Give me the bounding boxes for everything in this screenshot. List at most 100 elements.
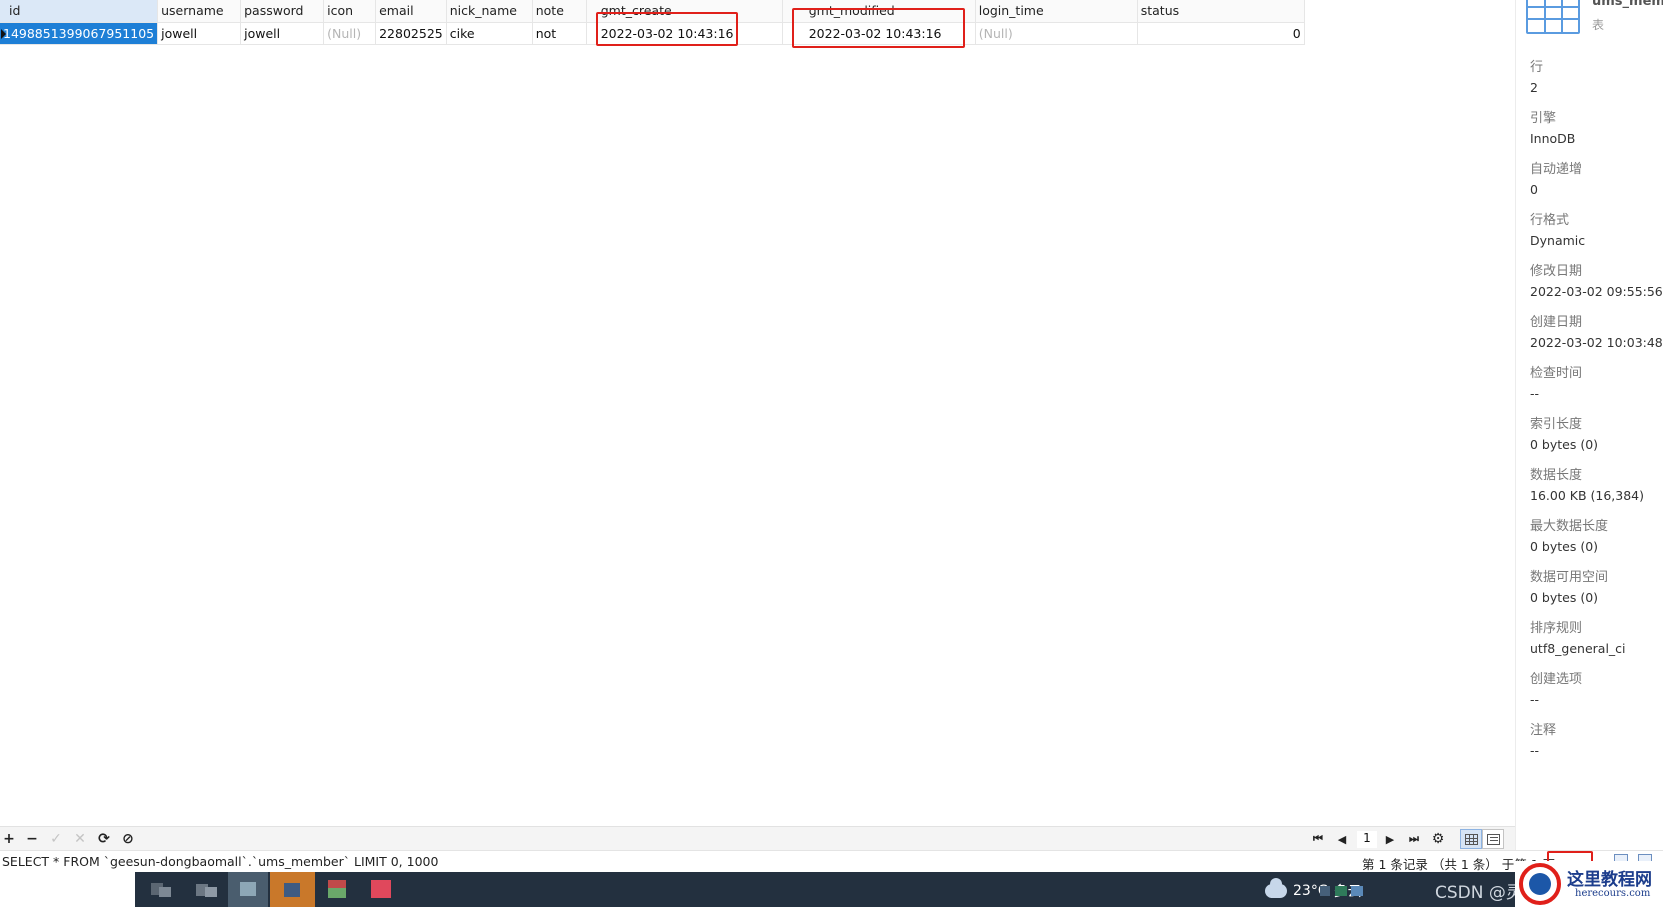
prop-value: -- [1530, 386, 1540, 401]
status-bar: SELECT * FROM `geesun-dongbaomall`.`ums_… [0, 850, 1663, 872]
current-row-indicator-icon [1, 29, 6, 39]
cell-password[interactable]: jowell [240, 22, 325, 45]
object-info-panel: ums_mem 表 行 2 引擎 InnoDB 自动递增 0 行格式 Dynamic 修… [1515, 0, 1663, 880]
prop-comment: 注释 -- [1530, 721, 1662, 761]
prop-value: InnoDB [1530, 131, 1576, 146]
column-header-gmt-modified[interactable]: gmt_modified [782, 0, 976, 23]
cell-login-time[interactable]: (Null) [975, 22, 1138, 45]
query-text: SELECT * FROM `geesun-dongbaomall`.`ums_… [2, 854, 439, 869]
tray-icon[interactable] [1320, 886, 1330, 896]
page-number-input[interactable]: 1 [1357, 831, 1377, 848]
table-row[interactable]: 1498851399067951105 jowell jowell (Null)… [0, 22, 1305, 45]
prop-label: 数据长度 [1530, 468, 1583, 483]
table-icon [1526, 0, 1580, 34]
column-header-login-time[interactable]: login_time [975, 0, 1138, 23]
prop-label: 引擎 [1530, 111, 1557, 126]
form-view-button[interactable] [1482, 829, 1504, 849]
prop-value: -- [1530, 743, 1540, 758]
prop-row-format: 行格式 Dynamic [1530, 211, 1662, 251]
tray-icon[interactable] [1351, 886, 1363, 896]
column-header-nick-name[interactable]: nick_name [446, 0, 533, 23]
prop-label: 创建选项 [1530, 672, 1583, 687]
prop-label: 最大数据长度 [1530, 519, 1609, 534]
column-header-status[interactable]: status [1137, 0, 1305, 23]
taskbar-app-icon[interactable] [228, 872, 268, 907]
apply-changes-button[interactable]: ✓ [47, 830, 65, 848]
prop-value: 2022-03-02 09:55:56 [1530, 284, 1663, 299]
column-header-email[interactable]: email [375, 0, 447, 23]
site-watermark-logo: 这里教程网 herecours.com [1515, 861, 1663, 907]
cell-email[interactable]: 22802525 [375, 22, 447, 45]
weather-widget[interactable]: 23°C 多云 [1265, 878, 1362, 901]
prev-page-button[interactable]: ◀ [1333, 830, 1351, 848]
cell-icon[interactable]: (Null) [323, 22, 377, 45]
column-header-icon[interactable]: icon [323, 0, 377, 23]
panel-object-type: 表 [1592, 18, 1605, 32]
prop-collation: 排序规则 utf8_general_ci [1530, 619, 1662, 659]
grid-view-icon [1464, 833, 1478, 845]
cell-note[interactable]: not [532, 22, 587, 45]
refresh-button[interactable]: ⟳ [95, 830, 113, 848]
prop-auto-increment: 自动递增 0 [1530, 160, 1662, 200]
settings-button[interactable]: ⚙ [1429, 830, 1447, 848]
taskbar-app-icon[interactable] [190, 872, 220, 907]
csdn-watermark: CSDN @灵 [1435, 883, 1523, 903]
site-emblem-icon [1519, 863, 1561, 905]
column-header-password[interactable]: password [240, 0, 325, 23]
prop-value: utf8_general_ci [1530, 641, 1626, 656]
prop-label: 行格式 [1530, 213, 1570, 228]
cell-status[interactable]: 0 [1137, 22, 1305, 45]
taskbar-app-icon[interactable] [145, 872, 175, 907]
grid-view-button[interactable] [1460, 829, 1482, 849]
taskbar-app-icon[interactable] [320, 872, 355, 907]
prop-label: 索引长度 [1530, 417, 1583, 432]
add-record-button[interactable]: + [0, 830, 18, 848]
delete-record-button[interactable]: − [23, 830, 41, 848]
prop-label: 创建日期 [1530, 315, 1583, 330]
prop-label: 修改日期 [1530, 264, 1583, 279]
data-grid: id username password icon email nick_nam… [0, 0, 1515, 830]
cloud-icon [1265, 878, 1287, 898]
cell-username[interactable]: jowell [157, 22, 242, 45]
result-table: id username password icon email nick_nam… [0, 0, 1305, 45]
prop-label: 排序规则 [1530, 621, 1583, 636]
prop-max-data-length: 最大数据长度 0 bytes (0) [1530, 517, 1662, 557]
cell-id[interactable]: 1498851399067951105 [0, 22, 159, 45]
prop-value: 2 [1530, 80, 1538, 95]
prop-value: 16.00 KB (16,384) [1530, 488, 1644, 503]
cell-gmt-modified[interactable]: 2022-03-02 10:43:16 [782, 22, 976, 45]
discard-changes-button[interactable]: ✕ [71, 830, 89, 848]
taskbar: 23°C 多云 CSDN @灵 [135, 872, 1663, 907]
prop-value: Dynamic [1530, 233, 1586, 248]
cell-gmt-create[interactable]: 2022-03-02 10:43:16 [586, 22, 783, 45]
taskbar-app-icon[interactable] [363, 872, 403, 907]
prop-value: 0 bytes (0) [1530, 539, 1599, 554]
header-row: id username password icon email nick_nam… [0, 0, 1305, 23]
prop-created-date: 创建日期 2022-03-02 10:03:48 [1530, 313, 1663, 353]
first-page-button[interactable]: ⏮ [1309, 830, 1327, 848]
prop-label: 行 [1530, 60, 1544, 75]
prop-label: 数据可用空间 [1530, 570, 1609, 585]
prop-create-options: 创建选项 -- [1530, 670, 1662, 710]
navicat-window: id username password icon email nick_nam… [0, 0, 1663, 907]
prop-index-length: 索引长度 0 bytes (0) [1530, 415, 1662, 455]
column-header-gmt-create[interactable]: gmt_create [586, 0, 783, 23]
prop-value: 0 bytes (0) [1530, 590, 1599, 605]
prop-label: 检查时间 [1530, 366, 1583, 381]
panel-table-name: ums_mem [1592, 0, 1663, 9]
prop-data-length: 数据长度 16.00 KB (16,384) [1530, 466, 1662, 506]
next-page-button[interactable]: ▶ [1381, 830, 1399, 848]
column-header-note[interactable]: note [532, 0, 587, 23]
form-view-icon [1486, 833, 1500, 845]
prop-modified-date: 修改日期 2022-03-02 09:55:56 [1530, 262, 1663, 302]
prop-value: 2022-03-02 10:03:48 [1530, 335, 1663, 350]
last-page-button[interactable]: ⏭ [1405, 830, 1423, 848]
taskbar-app-icon[interactable] [270, 872, 315, 907]
column-header-username[interactable]: username [157, 0, 242, 23]
column-header-id[interactable]: id [0, 0, 159, 23]
tray-icon[interactable] [1335, 886, 1347, 896]
stop-button[interactable]: ⊘ [119, 830, 137, 848]
cell-nick-name[interactable]: cike [446, 22, 533, 45]
watermark-url: herecours.com [1575, 888, 1651, 899]
prop-check-time: 检查时间 -- [1530, 364, 1662, 404]
